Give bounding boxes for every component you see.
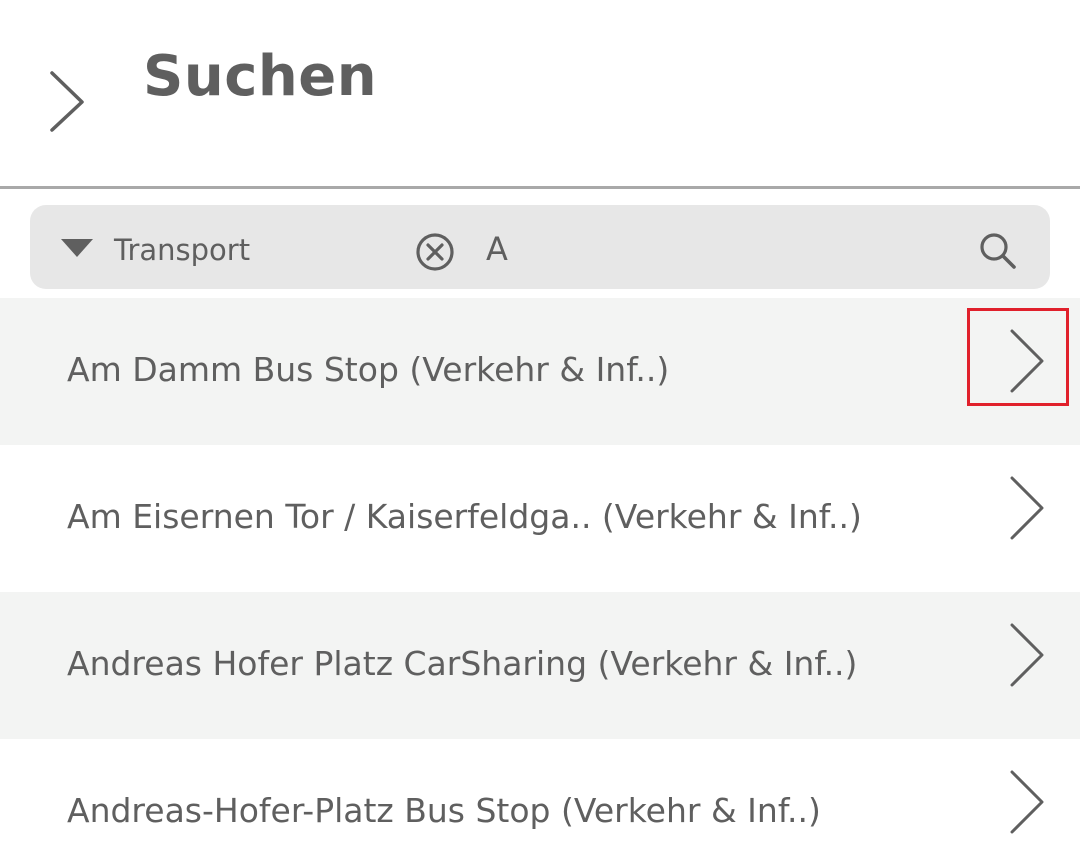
search-bar: Transport — [30, 205, 1050, 289]
result-label: Andreas Hofer Platz CarSharing (Verkehr … — [67, 644, 858, 683]
header: Suchen — [0, 0, 1080, 187]
chevron-right-icon[interactable] — [1004, 622, 1050, 688]
result-label: Am Eisernen Tor / Kaiserfeldga.. (Verkeh… — [67, 497, 862, 536]
list-item[interactable]: Andreas-Hofer-Platz Bus Stop (Verkehr & … — [0, 739, 1080, 859]
results-list: Am Damm Bus Stop (Verkehr & Inf..) Am Ei… — [0, 298, 1080, 859]
list-item[interactable]: Am Damm Bus Stop (Verkehr & Inf..) — [0, 298, 1080, 445]
list-item[interactable]: Am Eisernen Tor / Kaiserfeldga.. (Verkeh… — [0, 445, 1080, 592]
search-input[interactable] — [478, 221, 974, 277]
page-title: Suchen — [143, 44, 378, 109]
category-dropdown[interactable]: Transport — [58, 225, 358, 269]
result-label: Am Damm Bus Stop (Verkehr & Inf..) — [67, 350, 670, 389]
search-icon[interactable] — [978, 231, 1018, 271]
search-screen: Suchen Transport Am Damm Bus St — [0, 0, 1080, 859]
chevron-right-icon[interactable] — [967, 308, 1069, 406]
chevron-right-icon[interactable] — [1004, 475, 1050, 541]
header-divider — [0, 186, 1080, 189]
clear-icon[interactable] — [414, 231, 456, 273]
list-item[interactable]: Andreas Hofer Platz CarSharing (Verkehr … — [0, 592, 1080, 739]
result-label: Andreas-Hofer-Platz Bus Stop (Verkehr & … — [67, 791, 821, 830]
category-label: Transport — [114, 233, 251, 267]
caret-down-icon — [61, 239, 93, 257]
chevron-right-icon[interactable] — [1004, 769, 1050, 835]
back-chevron-icon[interactable] — [40, 66, 92, 136]
